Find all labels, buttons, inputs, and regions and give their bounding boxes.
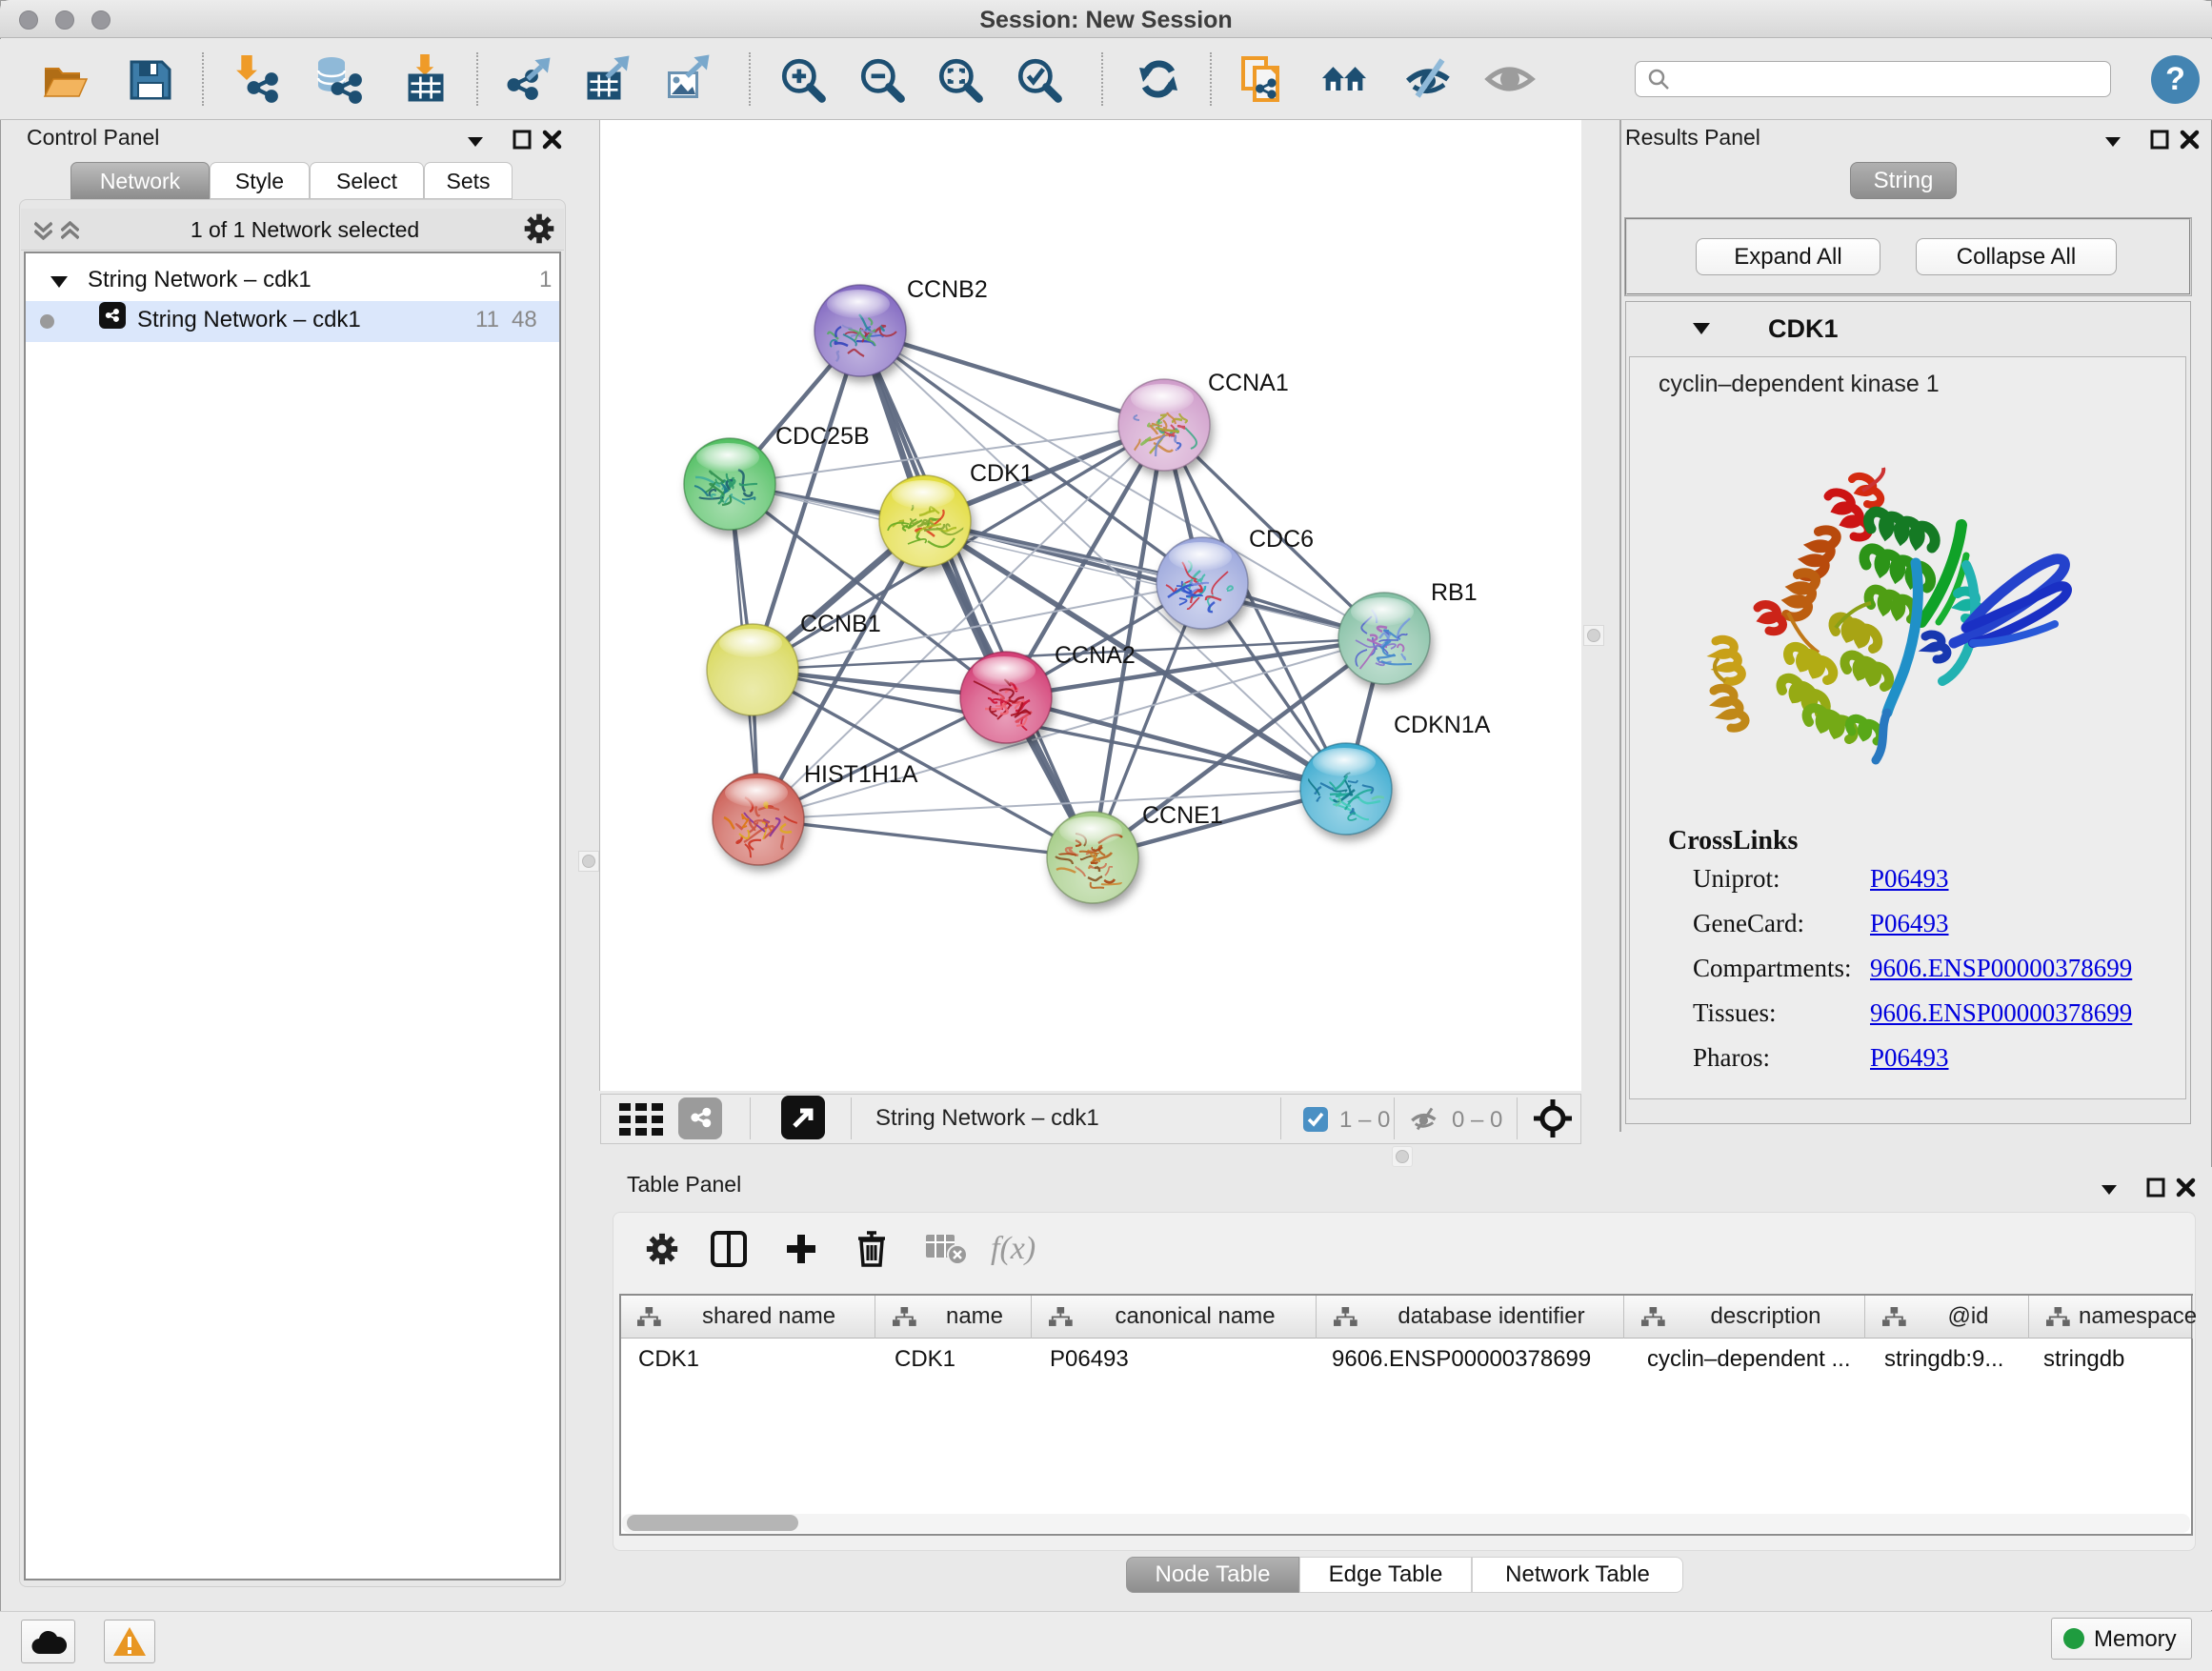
- svg-text:HIST1H1A: HIST1H1A: [804, 761, 918, 788]
- svg-text:CCNB2: CCNB2: [907, 276, 988, 303]
- svg-text:CCNB1: CCNB1: [800, 611, 881, 637]
- svg-text:CDC6: CDC6: [1249, 526, 1314, 553]
- svg-text:CCNA2: CCNA2: [1055, 642, 1136, 669]
- svg-text:CDC25B: CDC25B: [775, 423, 870, 450]
- svg-text:CCNA1: CCNA1: [1208, 370, 1289, 396]
- svg-text:CDKN1A: CDKN1A: [1394, 712, 1491, 738]
- svg-text:CDK1: CDK1: [970, 460, 1034, 487]
- svg-text:RB1: RB1: [1431, 579, 1478, 606]
- svg-text:CCNE1: CCNE1: [1142, 802, 1223, 829]
